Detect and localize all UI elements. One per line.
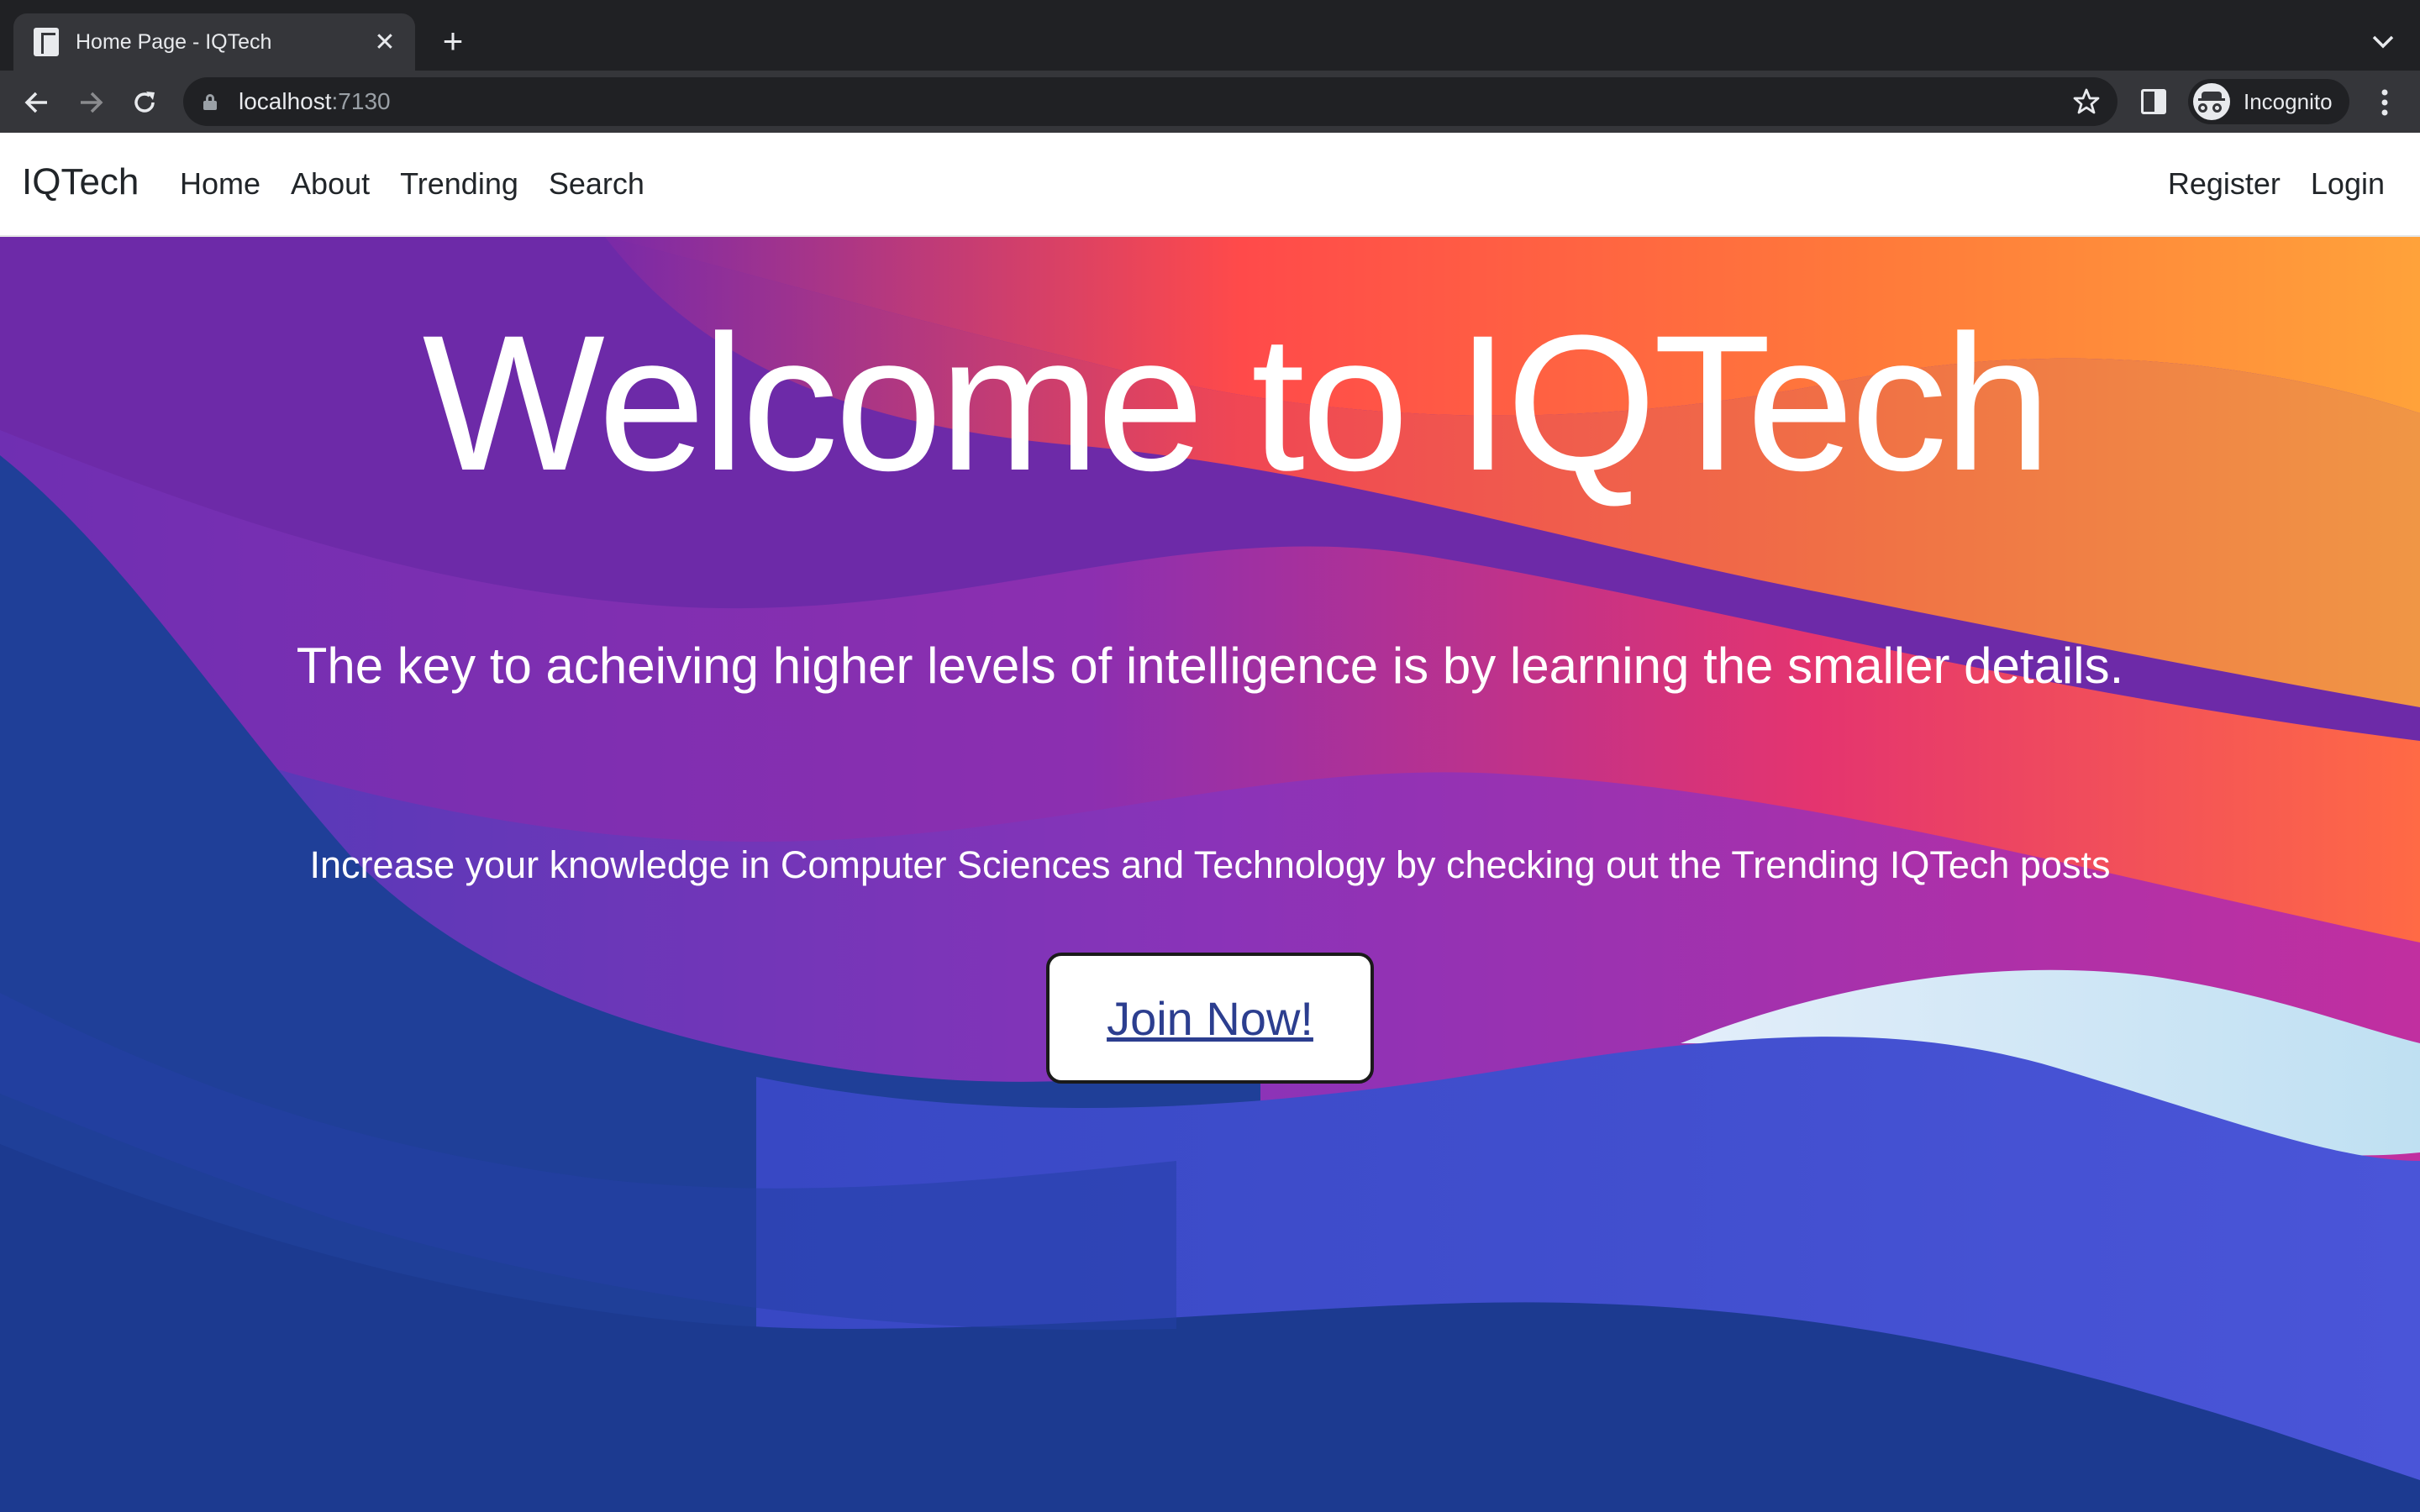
address-bar[interactable]: localhost:7130 bbox=[183, 77, 2118, 126]
reload-icon[interactable] bbox=[126, 84, 163, 121]
new-tab-icon[interactable]: + bbox=[434, 21, 472, 60]
browser-tab-strip: Home Page - IQTech ✕ + bbox=[0, 0, 2420, 71]
url-port: :7130 bbox=[331, 88, 391, 114]
nav-link-about[interactable]: About bbox=[291, 166, 370, 202]
star-icon[interactable] bbox=[2067, 82, 2106, 121]
brand-link[interactable]: IQTech bbox=[22, 161, 139, 203]
menu-icon[interactable] bbox=[2368, 84, 2402, 121]
nav-link-search[interactable]: Search bbox=[549, 166, 644, 202]
site-navbar: IQTech Home About Trending Search Regist… bbox=[0, 133, 2420, 237]
hero-subtitle: Increase your knowledge in Computer Scie… bbox=[309, 843, 2111, 886]
back-icon[interactable] bbox=[18, 84, 55, 121]
hero-section: Welcome to IQTech The key to acheiving h… bbox=[0, 237, 2420, 1512]
forward-icon[interactable] bbox=[72, 84, 109, 121]
favicon-icon bbox=[34, 28, 59, 56]
nav-link-register[interactable]: Register bbox=[2168, 166, 2281, 202]
lock-icon[interactable] bbox=[203, 94, 217, 110]
hero-tagline: The key to acheiving higher levels of in… bbox=[296, 638, 2124, 694]
hero-title: Welcome to IQTech bbox=[422, 295, 2052, 511]
nav-link-trending[interactable]: Trending bbox=[400, 166, 518, 202]
nav-link-login[interactable]: Login bbox=[2311, 166, 2385, 202]
url-host: localhost bbox=[239, 88, 332, 114]
tab-title: Home Page - IQTech bbox=[76, 29, 272, 54]
incognito-label: Incognito bbox=[2244, 88, 2333, 114]
nav-links-left: Home About Trending Search bbox=[165, 166, 660, 202]
close-icon[interactable]: ✕ bbox=[370, 27, 400, 57]
incognito-profile-button[interactable]: Incognito bbox=[2188, 79, 2349, 124]
side-panel-icon[interactable] bbox=[2141, 89, 2166, 114]
incognito-icon bbox=[2193, 83, 2230, 120]
browser-tab[interactable]: Home Page - IQTech ✕ bbox=[13, 13, 415, 71]
nav-link-home[interactable]: Home bbox=[180, 166, 260, 202]
browser-toolbar: localhost:7130 Incognito bbox=[0, 71, 2420, 133]
join-now-button[interactable]: Join Now! bbox=[1046, 953, 1374, 1084]
nav-links-right: Register Login bbox=[2153, 166, 2400, 202]
tab-search-icon[interactable] bbox=[2366, 25, 2400, 59]
